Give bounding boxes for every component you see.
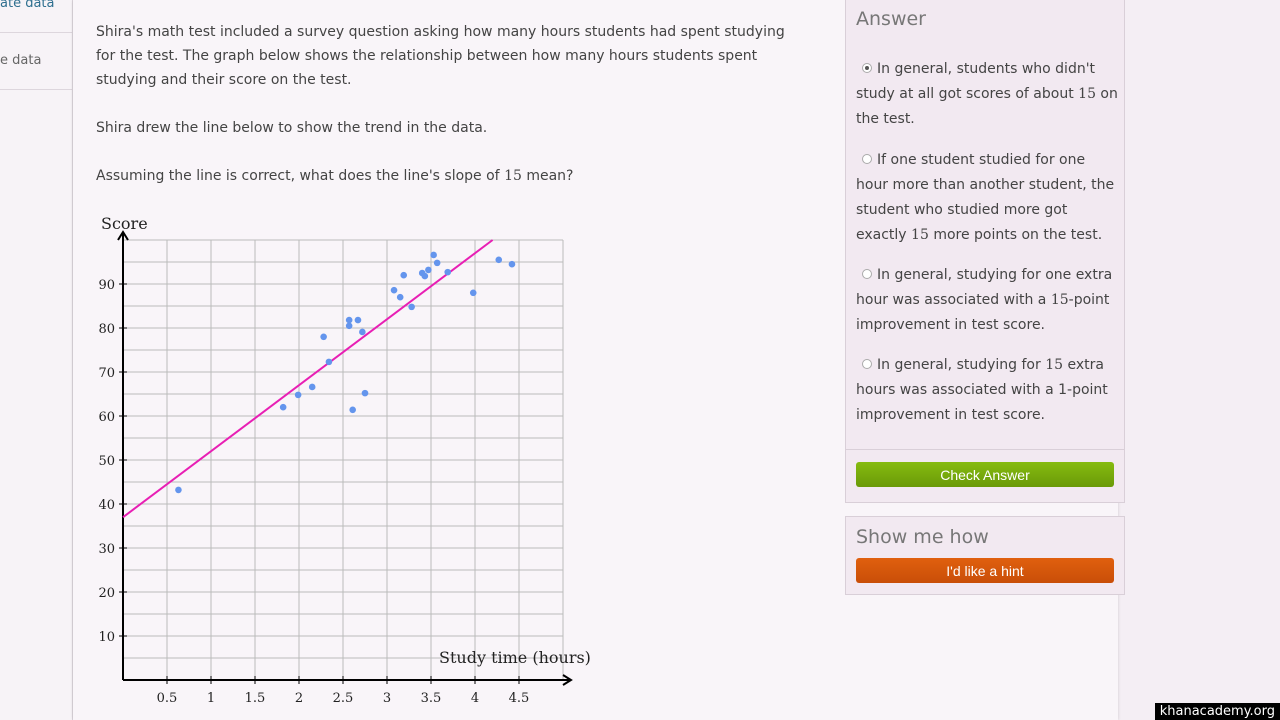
x-tick-label: 3.5: [421, 691, 442, 706]
radio-button[interactable]: [862, 359, 872, 369]
y-tick-label: 50: [98, 454, 115, 469]
data-point: [359, 328, 366, 336]
data-point: [396, 293, 404, 301]
answer-option-1[interactable]: In general, students who didn't study at…: [856, 57, 1118, 132]
data-point: [508, 260, 516, 268]
answer-option-3[interactable]: In general, studying for one extra hour …: [856, 263, 1118, 338]
data-point: [349, 406, 356, 414]
y-tick-label: 20: [98, 586, 115, 601]
y-tick-label: 10: [98, 630, 115, 645]
y-tick-label: 60: [98, 410, 115, 425]
sidebar-item-1[interactable]: ate data: [0, 0, 72, 33]
x-tick-label: 2: [295, 691, 303, 706]
hint-button[interactable]: I'd like a hint: [856, 558, 1114, 583]
y-tick-label: 80: [98, 322, 115, 337]
data-point: [425, 266, 432, 274]
x-tick-label: 3: [383, 691, 391, 706]
answer-panel: Answer In general, students who didn't s…: [845, 0, 1125, 503]
data-point: [345, 322, 353, 330]
data-point: [279, 403, 287, 411]
y-tick-label: 30: [98, 542, 115, 557]
data-point: [421, 272, 429, 280]
y-axis-label: Score: [101, 214, 148, 233]
trend-line: [122, 239, 494, 519]
x-tick-label: 0.5: [157, 691, 178, 706]
y-tick-label: 90: [98, 278, 115, 293]
check-answer-button[interactable]: Check Answer: [856, 462, 1114, 487]
x-tick-label: 4: [471, 691, 479, 706]
radio-button[interactable]: [862, 154, 872, 164]
data-point: [345, 316, 353, 324]
question-prompt: Assuming the line is correct, what does …: [96, 168, 574, 184]
x-axis-label: Study time (hours): [439, 648, 591, 667]
answer-title: Answer: [856, 8, 926, 30]
data-point: [400, 271, 408, 279]
data-point: [408, 303, 415, 311]
data-point: [430, 251, 437, 259]
hint-panel: Show me how I'd like a hint: [845, 516, 1125, 595]
data-point: [495, 256, 503, 264]
data-point: [294, 391, 302, 399]
question-paragraph-1: Shira's math test included a survey ques…: [96, 24, 785, 88]
x-tick-label: 1: [207, 691, 215, 706]
data-point: [433, 259, 441, 267]
scatter-chart: 0.5 1 1.5 2 2.5 3 3.5 4 4.5 10 20 30 40 50 60 70 80 90 Sc…: [98, 214, 591, 706]
x-tick-label: 1.5: [245, 691, 266, 706]
hint-title: Show me how: [856, 526, 989, 548]
sidebar: ate data e data: [0, 0, 73, 720]
data-point: [325, 358, 333, 366]
watermark: khanacademy.org: [1154, 703, 1280, 720]
data-point: [175, 486, 182, 494]
data-point: [390, 286, 398, 294]
data-point: [444, 268, 452, 276]
question-paragraph-2: Shira drew the line below to show the tr…: [96, 120, 488, 136]
data-point: [320, 333, 327, 341]
x-tick-label: 4.5: [509, 691, 530, 706]
data-point: [308, 383, 316, 391]
data-point: [361, 389, 369, 397]
data-point: [354, 316, 362, 324]
radio-button[interactable]: [862, 269, 872, 279]
sidebar-item-2[interactable]: e data: [0, 33, 72, 90]
y-tick-label: 40: [98, 498, 115, 513]
answer-option-4[interactable]: In general, studying for 15 extra hours …: [856, 353, 1118, 428]
x-tick-label: 2.5: [333, 691, 354, 706]
y-tick-label: 70: [98, 366, 115, 381]
data-point: [469, 289, 477, 297]
answer-option-2[interactable]: If one student studied for one hour more…: [856, 148, 1118, 248]
radio-button[interactable]: [862, 63, 872, 73]
